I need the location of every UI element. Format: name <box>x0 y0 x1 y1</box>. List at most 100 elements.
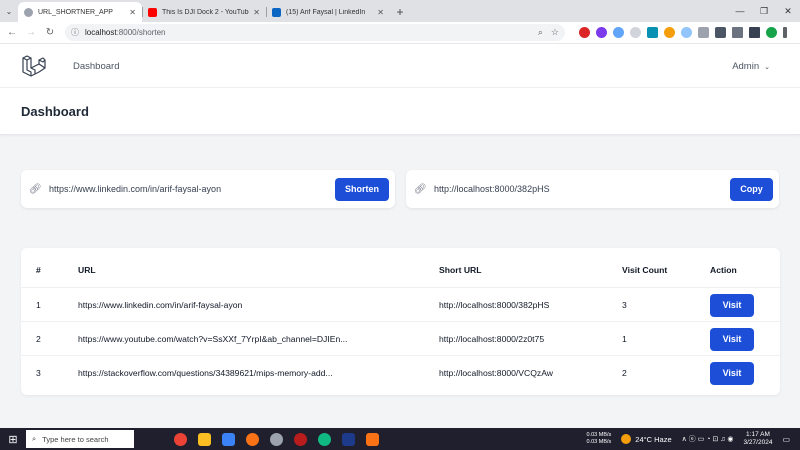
extension-multicolor-icon[interactable] <box>664 27 675 38</box>
powershell-icon[interactable] <box>342 432 355 446</box>
profile-avatar-icon[interactable] <box>766 27 777 38</box>
extension-red-icon[interactable] <box>579 27 590 38</box>
taskbar-search-placeholder: Type here to search <box>42 434 109 444</box>
paperclip-icon: 🔗︎ <box>29 183 42 195</box>
table-row: 3 https://stackoverflow.com/questions/34… <box>21 355 780 389</box>
short-url: http://localhost:8000/2z0t75 <box>439 334 545 344</box>
user-name: Admin <box>732 61 760 72</box>
windows-start-icon[interactable]: ⊞ <box>0 433 26 446</box>
table-header-row: # URL Short URL Visit Count Action <box>21 253 780 287</box>
reading-list-icon[interactable] <box>732 27 743 38</box>
visit-count: 1 <box>622 334 627 344</box>
urls-table: # URL Short URL Visit Count Action 1 htt… <box>21 248 780 395</box>
browser-tab-strip: ⌄ URL_SHORTNER_APP ✕ This Is DJI Dock 2 … <box>0 0 800 22</box>
extension-gray-icon[interactable] <box>630 27 641 38</box>
visit-button[interactable]: Visit <box>710 327 754 351</box>
close-icon[interactable]: ✕ <box>253 8 260 17</box>
taskbar-clock[interactable]: 1:17 AM 3/27/2024 <box>744 431 773 447</box>
browser-menu-icon[interactable] <box>783 27 787 38</box>
linkedin-icon <box>272 7 281 17</box>
extension-purple-icon[interactable] <box>596 27 607 38</box>
window-close-icon[interactable]: ✕ <box>776 0 800 22</box>
file-explorer-icon[interactable] <box>198 432 211 446</box>
action-cell: Visit <box>710 322 770 356</box>
column-header-short-url: Short URL <box>439 265 482 275</box>
extension-blue-icon[interactable] <box>613 27 624 38</box>
site-info-icon[interactable]: ⓘ <box>71 27 79 38</box>
chevron-down-icon: ⌄ <box>764 63 770 71</box>
tab-label: URL_SHORTNER_APP <box>38 8 113 16</box>
extension-lightblue-icon[interactable] <box>681 27 692 38</box>
network-speed: 0.03 MB/s 0.03 MB/s <box>587 432 612 446</box>
address-bar[interactable]: ⓘ localhost:8000/shorten ⌕ ☆ <box>65 24 565 41</box>
app-navbar: Dashboard Admin ⌄ <box>0 44 800 88</box>
extension-shield-icon[interactable] <box>698 27 709 38</box>
copy-button[interactable]: Copy <box>730 177 773 201</box>
back-arrow-icon[interactable]: ← <box>4 25 20 41</box>
extensions-puzzle-icon[interactable] <box>715 27 726 38</box>
weather-widget[interactable]: 24°C Haze <box>621 434 672 444</box>
tab-search-icon[interactable]: ⌄ <box>0 0 18 22</box>
zoom-icon[interactable]: ⌕ <box>538 27 543 38</box>
window-controls: — ❐ ✕ <box>728 0 800 22</box>
address-host: localhost <box>85 28 117 37</box>
youtube-icon <box>148 7 157 17</box>
weather-text: 24°C Haze <box>635 434 672 444</box>
bookmark-star-icon[interactable]: ☆ <box>551 27 559 38</box>
net-download-speed: 0.03 MB/s <box>586 439 612 445</box>
extension-teal-icon[interactable] <box>647 27 658 38</box>
app-icon[interactable] <box>270 432 283 446</box>
long-url-input[interactable]: https://www.linkedin.com/in/arif-faysal-… <box>49 184 335 194</box>
clock-date: 3/27/2024 <box>743 439 773 446</box>
paperclip-icon: 🔗︎ <box>414 183 427 195</box>
postman-icon[interactable] <box>246 432 259 446</box>
short-url-result: 🔗︎ http://localhost:8000/382pHS Copy <box>406 170 779 208</box>
short-url-output[interactable]: http://localhost:8000/382pHS <box>434 184 730 194</box>
side-panel-icon[interactable] <box>749 27 760 38</box>
table-row: 2 https://www.youtube.com/watch?v=SsXXf_… <box>21 321 780 355</box>
vscode-icon[interactable] <box>222 432 235 446</box>
reload-icon[interactable]: ↻ <box>42 25 58 41</box>
shorten-form: 🔗︎ https://www.linkedin.com/in/arif-fays… <box>21 170 395 208</box>
tab-label: (15) Arif Faysal | LinkedIn <box>286 8 366 16</box>
notification-icon[interactable]: ▭ <box>782 435 790 444</box>
visit-button[interactable]: Visit <box>710 293 754 317</box>
visit-button[interactable]: Visit <box>710 361 754 385</box>
browser-tab-youtube[interactable]: This Is DJI Dock 2 - YouTube ✕ <box>142 2 266 22</box>
browser-tab-url-shortner[interactable]: URL_SHORTNER_APP ✕ <box>18 2 142 22</box>
page-header: Dashboard <box>0 88 800 135</box>
row-number: 3 <box>36 368 41 378</box>
close-icon[interactable]: ✕ <box>129 8 136 17</box>
action-cell: Visit <box>710 356 770 390</box>
tray-icons[interactable]: ∧ ⓔ ▭ ◔ ⊡ ♫ ◉ <box>682 434 734 444</box>
restore-icon[interactable]: ❐ <box>752 0 776 22</box>
taskbar-search-box[interactable]: ⌕ Type here to search <box>26 430 134 448</box>
xampp-icon[interactable] <box>366 432 379 446</box>
chrome-icon[interactable] <box>174 432 187 446</box>
new-tab-button[interactable]: + <box>390 2 410 22</box>
app-red-icon[interactable] <box>294 432 307 446</box>
visit-count: 3 <box>622 300 627 310</box>
original-url: https://stackoverflow.com/questions/3438… <box>78 368 333 378</box>
app-green-icon[interactable] <box>318 432 331 446</box>
windows-taskbar: ⊞ ⌕ Type here to search 0.03 MB/s 0.03 M… <box>0 428 800 450</box>
system-tray: 0.03 MB/s 0.03 MB/s 24°C Haze ∧ ⓔ ▭ ◔ ⊡ … <box>587 431 800 447</box>
original-url: https://www.linkedin.com/in/arif-faysal-… <box>78 300 243 310</box>
minimize-icon[interactable]: — <box>728 0 752 22</box>
nav-dashboard-link[interactable]: Dashboard <box>73 61 119 72</box>
shorten-button[interactable]: Shorten <box>335 177 389 201</box>
column-header-number: # <box>36 265 41 275</box>
short-url: http://localhost:8000/382pHS <box>439 300 550 310</box>
address-path: :8000/shorten <box>116 28 166 37</box>
laravel-logo-icon[interactable] <box>22 55 46 77</box>
action-cell: Visit <box>710 288 770 322</box>
taskbar-pinned-apps <box>174 432 379 446</box>
forward-arrow-icon[interactable]: → <box>23 25 39 41</box>
close-icon[interactable]: ✕ <box>377 8 384 17</box>
browser-tab-linkedin[interactable]: (15) Arif Faysal | LinkedIn ✕ <box>266 2 390 22</box>
user-menu[interactable]: Admin ⌄ <box>732 61 770 72</box>
row-number: 2 <box>36 334 41 344</box>
extensions-area <box>579 27 787 38</box>
clock-time: 1:17 AM <box>746 431 770 438</box>
original-url: https://www.youtube.com/watch?v=SsXXf_7Y… <box>78 334 348 344</box>
